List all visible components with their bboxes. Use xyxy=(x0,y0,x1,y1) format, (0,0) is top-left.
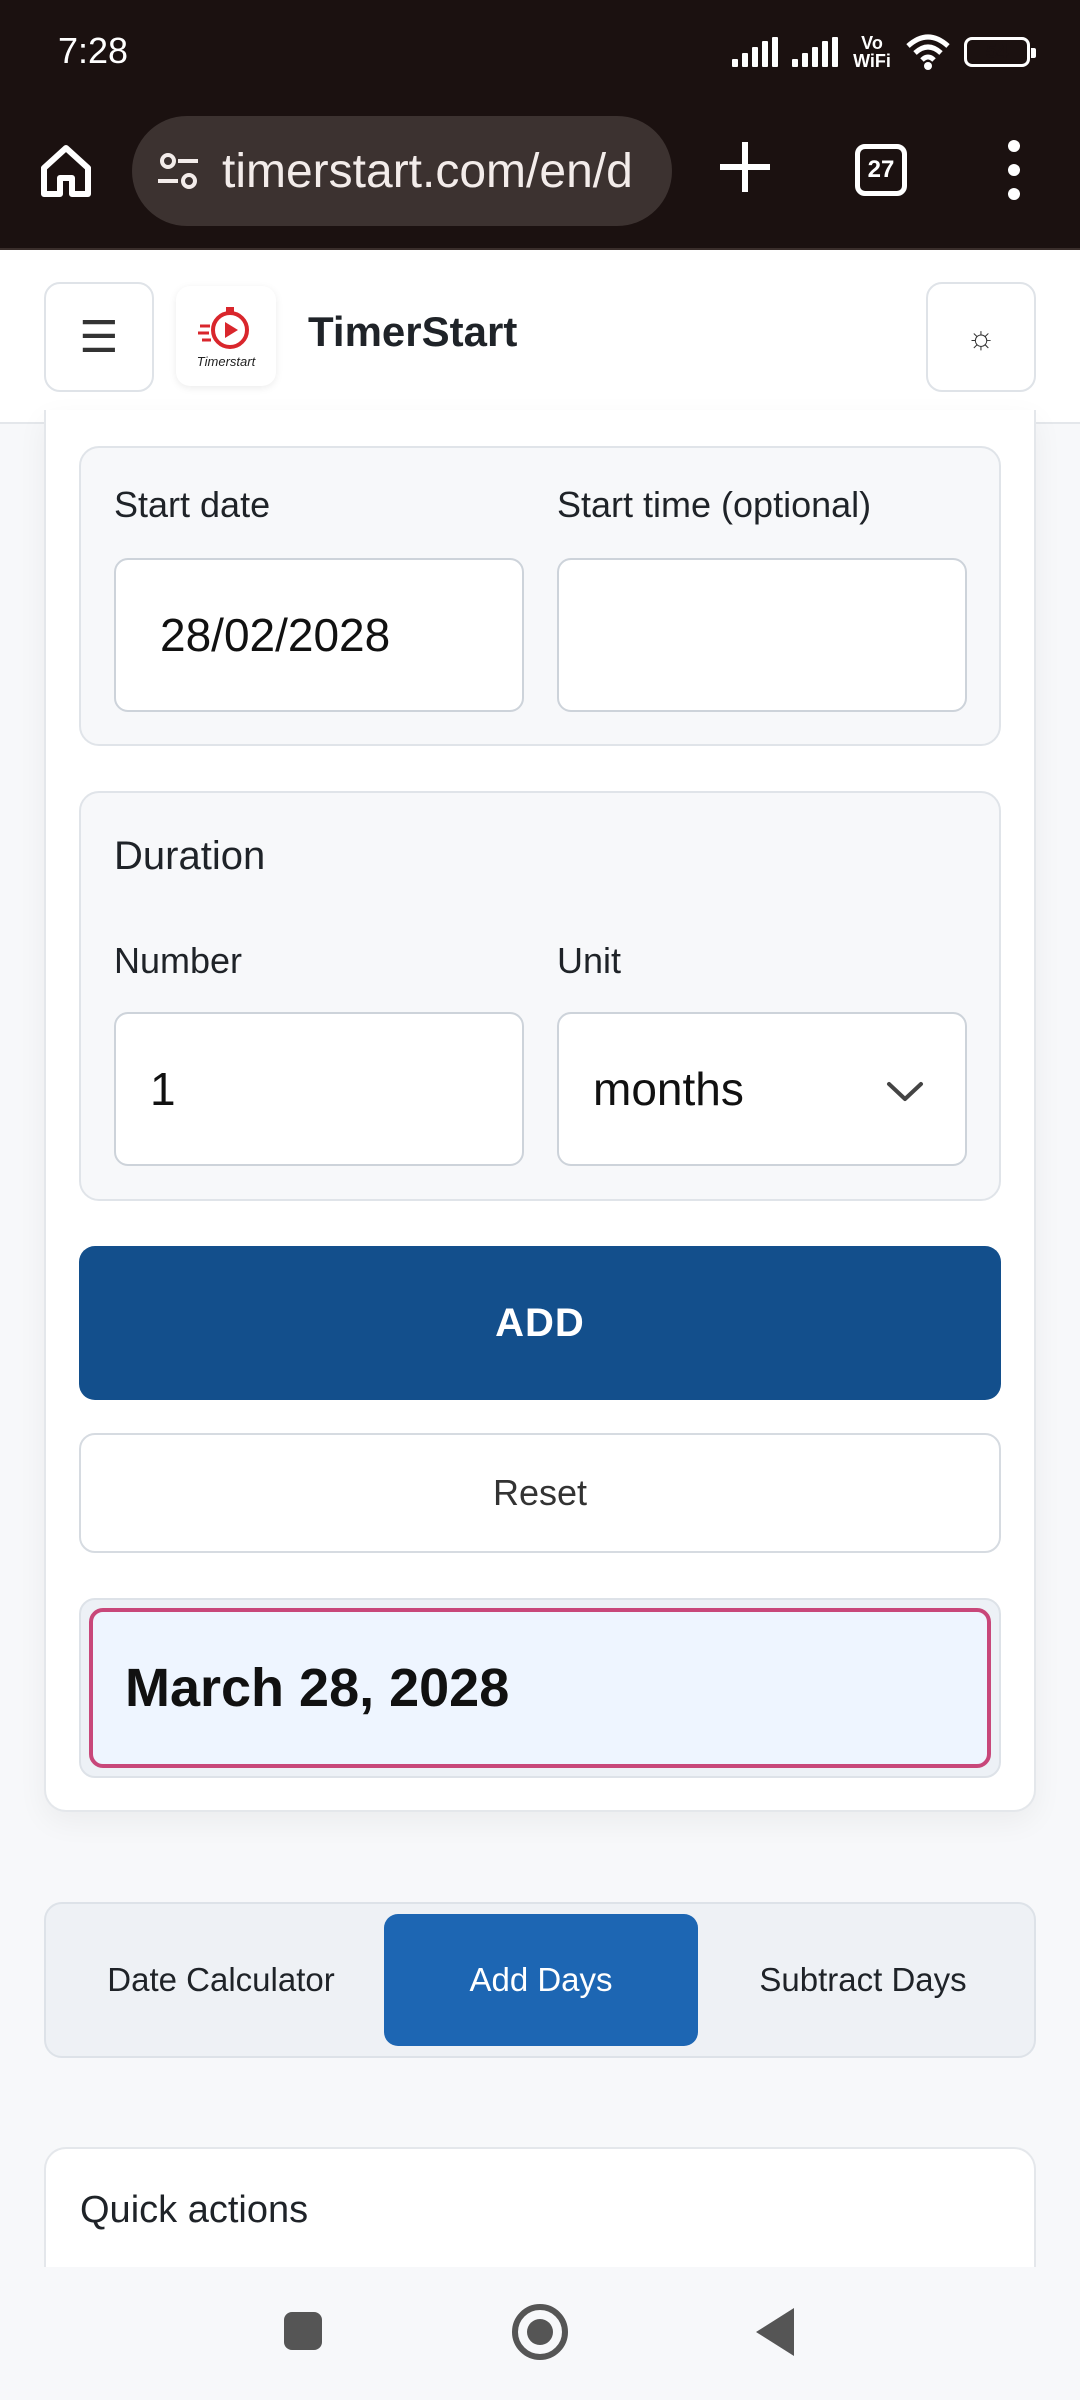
unit-select[interactable]: months xyxy=(557,1012,967,1166)
more-options-icon[interactable] xyxy=(1000,140,1028,200)
start-date-label: Start date xyxy=(114,484,271,525)
signal-icon-2 xyxy=(792,37,838,67)
signal-icon xyxy=(732,37,778,67)
url-text: timerstart.com/en/d xyxy=(222,144,633,198)
unit-select-value: months xyxy=(593,1063,744,1115)
duration-heading: Duration xyxy=(114,834,266,878)
browser-toolbar: timerstart.com/en/d 27 xyxy=(0,100,1080,250)
site-title[interactable]: TimerStart xyxy=(308,308,517,356)
tool-tabs: Date Calculator Add Days Subtract Days xyxy=(44,1902,1036,2058)
start-date-input[interactable]: 28/02/2028 xyxy=(114,558,524,712)
wifi-icon xyxy=(906,34,950,70)
result-output: March 28, 2028 xyxy=(89,1608,991,1768)
start-time-label: Start time (optional) xyxy=(557,484,872,525)
site-logo[interactable]: Timerstart xyxy=(176,286,276,386)
chevron-down-icon xyxy=(887,1082,923,1101)
home-icon[interactable] xyxy=(36,140,96,200)
result-container: March 28, 2028 xyxy=(79,1598,1001,1778)
reset-button[interactable]: Reset xyxy=(79,1433,1001,1553)
home-nav-button[interactable] xyxy=(512,2304,568,2360)
tab-switcher-button[interactable]: 27 xyxy=(855,144,907,196)
back-button[interactable] xyxy=(756,2308,794,2356)
status-icons: Vo WiFi 54 xyxy=(732,28,1036,76)
url-bar[interactable]: timerstart.com/en/d xyxy=(132,116,672,226)
site-settings-icon[interactable] xyxy=(154,146,204,196)
recents-button[interactable] xyxy=(284,2312,322,2350)
theme-toggle-button[interactable]: ☼ xyxy=(926,282,1036,392)
number-input[interactable]: 1 xyxy=(114,1012,524,1166)
new-tab-icon[interactable] xyxy=(712,134,778,200)
quick-actions-title: Quick actions xyxy=(80,2189,309,2231)
battery-icon: 54 xyxy=(964,37,1036,67)
number-label: Number xyxy=(114,940,243,981)
status-time: 7:28 xyxy=(58,30,129,71)
tab-date-calculator[interactable]: Date Calculator xyxy=(56,1914,386,2046)
logo-wordmark: Timerstart xyxy=(196,353,256,369)
tab-add-days[interactable]: Add Days xyxy=(384,1914,698,2046)
stopwatch-play-icon xyxy=(198,306,249,349)
add-button[interactable]: ADD xyxy=(79,1246,1001,1400)
status-bar: 7:28 Vo WiFi 54 xyxy=(0,0,1080,100)
battery-percent: 54 xyxy=(985,40,1009,63)
system-nav-bar xyxy=(0,2268,1080,2400)
vowifi-label: Vo WiFi xyxy=(853,33,891,71)
site-header: ☰ Timerstart TimerStart ☼ xyxy=(0,250,1080,424)
tab-subtract-days[interactable]: Subtract Days xyxy=(698,1914,1028,2046)
start-time-input[interactable] xyxy=(557,558,967,712)
unit-label: Unit xyxy=(557,940,622,981)
menu-button[interactable]: ☰ xyxy=(44,282,154,392)
quick-actions-card: Quick actions xyxy=(44,2147,1036,2267)
